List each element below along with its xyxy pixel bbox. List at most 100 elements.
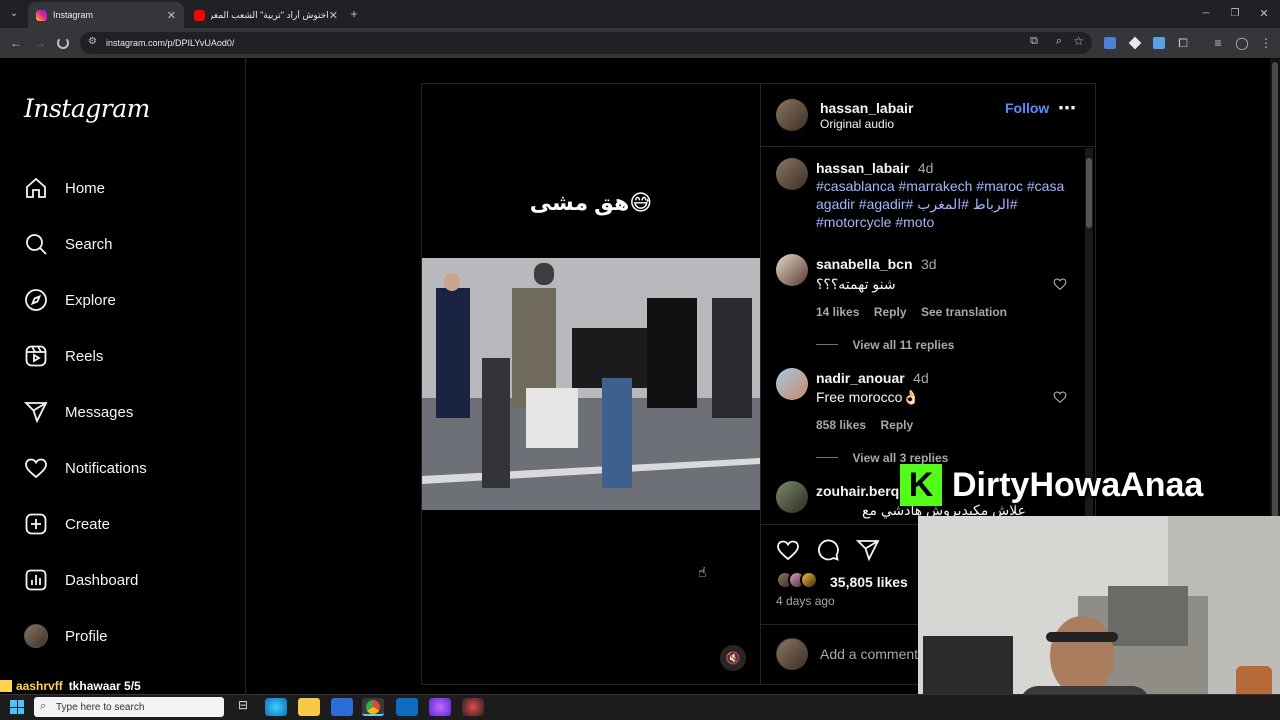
browser-tab-bar: ⌄ Instagram ✕ اختوش أراد "تربية" الشعب ا… [0,0,1280,28]
likes-count[interactable]: 35,805 likes [830,574,908,590]
sidebar-item-search[interactable]: Search [24,228,113,260]
back-icon[interactable]: ← [6,28,26,58]
sidebar-item-label: Home [65,179,106,197]
instagram-logo[interactable]: Instagram [24,94,150,123]
sidebar-item-label: Dashboard [65,571,139,589]
caption-hashtags-line3[interactable]: #motorcycle #moto [816,214,934,230]
maximize-icon[interactable]: ❐ [1225,0,1245,28]
sidebar-item-dashboard[interactable]: Dashboard [24,564,138,596]
forward-icon[interactable]: → [30,28,50,58]
bookmark-star-icon[interactable]: ☆ [1073,34,1084,48]
follow-button[interactable]: Follow [1005,100,1049,116]
tab-title: Instagram [53,10,94,20]
audio-label[interactable]: Original audio [820,117,894,131]
send-icon [24,402,48,424]
sidebar-item-notifications[interactable]: Notifications [24,452,147,484]
more-options-icon[interactable]: ⋯ [1058,98,1076,119]
share-send-icon[interactable] [856,538,880,562]
comment-text: شنو تهمته؟؟؟ [816,276,896,292]
sidebar-item-messages[interactable]: Messages [24,396,133,428]
zoom-icon[interactable]: ⌕ [1056,35,1062,48]
view-replies-label[interactable]: View all 11 replies [852,338,954,352]
comment-username[interactable]: nadir_anouar [816,370,905,386]
view-replies[interactable]: View all 11 replies [816,336,954,354]
stream-chat-line: aashrvff tkhawaar 5/5 [0,678,141,694]
comment-avatar[interactable] [776,481,808,513]
sidebar [0,58,246,694]
caption-avatar[interactable] [776,158,808,190]
like-heart-icon[interactable] [776,538,800,562]
taskbar-search-input[interactable]: ⌕ Type here to search [34,697,224,717]
caption-hashtags-line2[interactable]: #الرباط #المغرب #agadir #agadir [816,196,1018,213]
reading-list-icon[interactable]: ≡ [1208,28,1228,58]
loading-spinner-icon[interactable] [57,37,69,49]
comment-bubble-icon[interactable] [816,538,840,562]
app-icon[interactable] [429,698,451,716]
comment-username[interactable]: sanabella_bcn [816,256,913,272]
caption-username[interactable]: hassan_labair [816,160,909,176]
close-window-icon[interactable]: ✕ [1254,0,1274,28]
comment-likes[interactable]: 858 likes [816,418,866,432]
site-info-icon[interactable]: ⚙ [88,36,97,47]
extensions-puzzle-icon[interactable]: ⧠ [1173,28,1193,58]
heart-icon [25,458,47,479]
task-view-icon[interactable]: ⊟ [232,698,254,716]
video-still-image [422,258,760,510]
outlook-icon[interactable] [396,698,418,716]
author-avatar[interactable] [776,99,808,131]
browser-toolbar: ← → ⚙ instagram.com/p/DPILYvUAod0/ ⧉ ⌕ ☆… [0,28,1280,58]
see-translation-link[interactable]: See translation [921,305,1007,319]
close-tab-icon[interactable]: ✕ [329,9,338,22]
post-timestamp[interactable]: 4 days ago [776,594,835,608]
edge-icon[interactable] [265,698,287,716]
comment-avatar[interactable] [776,254,808,286]
sidebar-item-create[interactable]: Create [24,508,110,540]
sidebar-item-explore[interactable]: Explore [24,284,116,316]
tab-instagram[interactable]: Instagram ✕ [28,2,184,28]
author-username[interactable]: hassan_labair [820,100,913,116]
reply-button[interactable]: Reply [874,305,907,319]
chat-badge-icon [0,680,12,692]
comment-avatar[interactable] [776,368,808,400]
minimize-icon[interactable]: ─ [1196,0,1216,28]
liked-by-avatars[interactable] [776,571,818,589]
store-icon[interactable] [331,698,353,716]
profile-icon[interactable]: ◯ [1232,28,1252,58]
plus-square-icon [25,513,47,535]
sidebar-item-label: Messages [65,403,134,421]
sidebar-item-reels[interactable]: Reels [24,340,103,372]
sidebar-item-label: Search [65,235,113,253]
chrome-icon[interactable] [362,698,384,716]
comment-header: sanabella_bcn 3d [816,256,937,274]
extension-blue-icon[interactable] [1153,37,1165,49]
close-tab-icon[interactable]: ✕ [167,9,176,22]
video-frame[interactable] [422,258,760,510]
tab-search-icon[interactable]: ⌄ [4,0,24,28]
comment-likes[interactable]: 14 likes [816,305,859,319]
caption-hashtags-line1[interactable]: #casablanca #marrakech #maroc #casa [816,178,1064,194]
mute-button[interactable]: 🔇 [720,645,746,671]
translate-extension-icon[interactable] [1104,37,1116,49]
sidebar-item-profile[interactable]: Profile [24,620,108,652]
add-comment-input[interactable]: Add a comment [820,646,918,662]
install-app-icon[interactable]: ⧉ [1030,35,1038,48]
menu-kebab-icon[interactable]: ⋮ [1256,28,1276,58]
sidebar-item-home[interactable]: Home [24,172,105,204]
comment-username[interactable]: zouhair.berq [816,483,899,499]
obs-icon[interactable] [462,698,484,716]
tab-youtube[interactable]: اختوش أراد "تربية" الشعب المغر... ✕ [186,2,346,28]
like-comment-heart-icon[interactable] [1053,390,1067,404]
streamer-name: DirtyHowaAnaa [952,465,1204,504]
comment-age: 3d [920,256,937,272]
speaker-muted-icon: 🔇 [725,651,741,665]
file-explorer-icon[interactable] [298,698,320,716]
windows-start-icon[interactable] [10,700,24,714]
comments-scrollbar-thumb[interactable] [1086,158,1092,228]
sidebar-item-label: Notifications [65,459,147,477]
new-tab-icon[interactable]: + [344,0,364,28]
url-bar[interactable]: ⚙ instagram.com/p/DPILYvUAod0/ ⧉ ⌕ ☆ [80,32,1092,54]
extension-diamond-icon[interactable] [1128,36,1142,50]
compass-icon [25,289,47,311]
reply-button[interactable]: Reply [881,418,914,432]
like-comment-heart-icon[interactable] [1053,277,1067,291]
